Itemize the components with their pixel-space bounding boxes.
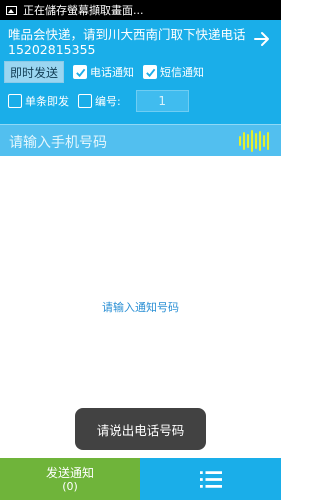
phone-input-bar: 请输入手机号码 [0, 124, 281, 156]
send-now-button[interactable]: 即时发送 [4, 61, 65, 83]
checkbox-unchecked-icon [8, 94, 22, 108]
send-notify-button[interactable]: 发送通知 (0) [0, 458, 140, 500]
checkbox-unchecked-icon [78, 94, 92, 108]
voice-input-button[interactable] [238, 129, 271, 153]
single-send-label: 单条即发 [25, 95, 69, 108]
number-checkbox[interactable]: 编号: [78, 93, 121, 109]
phone-notify-checkbox[interactable]: 电话通知 [73, 64, 134, 80]
compose-header: 唯品会快递，请到川大西南门取下快递电话15202815355 即时发送 电话通知… [0, 20, 281, 124]
phone-input[interactable]: 请输入手机号码 [9, 132, 107, 152]
sms-notify-checkbox[interactable]: 短信通知 [143, 64, 204, 80]
send-notify-label: 发送通知 [45, 465, 94, 480]
forward-arrow-button[interactable] [253, 30, 271, 48]
phone-notify-label: 电话通知 [90, 66, 135, 79]
number-label: 编号: [95, 95, 121, 108]
empty-hint: 请输入通知号码 [102, 301, 179, 314]
single-send-checkbox[interactable]: 单条即发 [8, 93, 69, 109]
number-input[interactable]: 1 [135, 90, 189, 112]
arrow-right-icon [254, 32, 269, 46]
message-text[interactable]: 唯品会快递，请到川大西南门取下快递电话15202815355 [8, 27, 246, 57]
status-bar: 正在儲存螢幕擷取畫面... [0, 0, 281, 20]
menu-button[interactable] [140, 458, 281, 500]
bottom-bar: 发送通知 (0) [0, 458, 281, 500]
list-menu-icon [199, 470, 222, 488]
send-notify-count: (0) [62, 479, 78, 493]
voice-waveform-icon [239, 130, 269, 152]
status-text: 正在儲存螢幕擷取畫面... [23, 4, 144, 17]
checkbox-checked-icon [73, 65, 88, 79]
screenshot-icon [6, 5, 17, 15]
toast: 请说出电话号码 [75, 408, 206, 450]
sms-notify-label: 短信通知 [160, 66, 205, 79]
checkbox-checked-icon [143, 65, 158, 79]
